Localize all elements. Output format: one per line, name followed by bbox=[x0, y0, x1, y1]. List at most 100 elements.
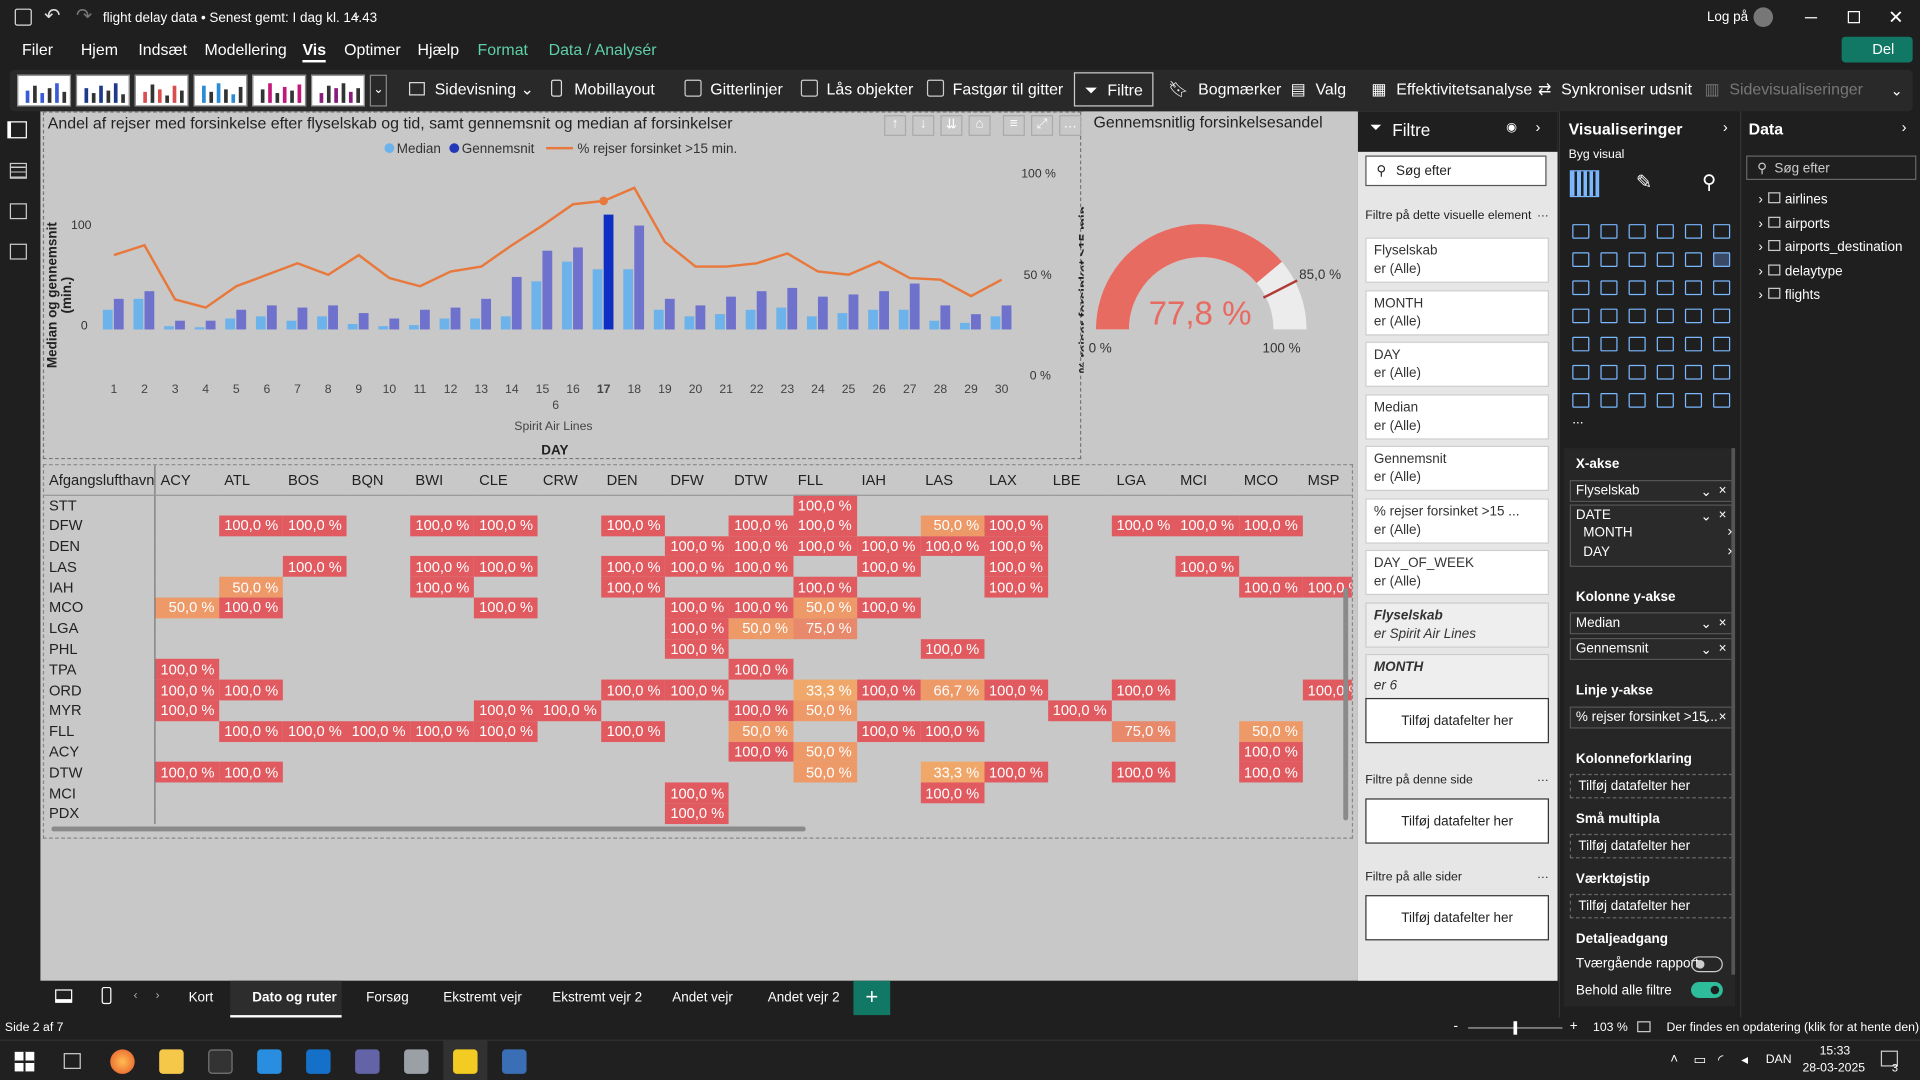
field-menu-icon[interactable]: ⌄ bbox=[1701, 484, 1712, 500]
remove-field-icon[interactable]: × bbox=[1719, 508, 1727, 523]
theme-swatch-1[interactable] bbox=[17, 74, 72, 107]
tooltips-drop-zone[interactable]: Tilføj datafelter her bbox=[1569, 893, 1733, 919]
matrix-cell[interactable] bbox=[920, 598, 984, 619]
matrix-cell[interactable] bbox=[155, 515, 219, 536]
scroll-left-icon[interactable]: ‹ bbox=[133, 989, 137, 1002]
column-header[interactable]: MCO bbox=[1239, 465, 1303, 496]
matrix-cell[interactable] bbox=[347, 659, 411, 680]
bar-median-day-25[interactable] bbox=[837, 313, 848, 330]
visual-type-icon[interactable] bbox=[1684, 280, 1703, 296]
row-header[interactable]: Afgangslufthavn bbox=[44, 465, 156, 496]
matrix-cell[interactable] bbox=[1239, 700, 1303, 721]
bar-median-day-27[interactable] bbox=[898, 309, 909, 330]
matrix-cell[interactable]: 100,0 % bbox=[729, 700, 793, 721]
page-filter-drop-zone[interactable]: Tilføj datafelter her bbox=[1365, 798, 1549, 844]
matrix-cell[interactable] bbox=[1048, 803, 1112, 824]
matrix-cell[interactable] bbox=[155, 721, 219, 742]
matrix-cell[interactable] bbox=[411, 680, 475, 701]
menu-help[interactable]: Hjælp bbox=[418, 40, 460, 58]
matrix-cell[interactable]: 100,0 % bbox=[219, 515, 284, 536]
matrix-cell[interactable] bbox=[219, 659, 283, 680]
matrix-cell[interactable] bbox=[347, 700, 411, 721]
column-header[interactable]: DFW bbox=[665, 465, 730, 496]
column-header[interactable]: MSP bbox=[1302, 465, 1352, 496]
matrix-cell[interactable] bbox=[283, 495, 347, 516]
performance-button[interactable]: ▦ Effektivitetsanalyse bbox=[1371, 80, 1532, 100]
row-label[interactable]: MCI bbox=[44, 782, 156, 804]
matrix-cell[interactable] bbox=[347, 783, 411, 804]
matrix-cell[interactable] bbox=[602, 495, 666, 516]
matrix-cell[interactable] bbox=[1303, 556, 1352, 577]
menu-data-analyze[interactable]: Data / Analysér bbox=[549, 40, 657, 58]
filters-toggle[interactable]: ⏷ Filtre bbox=[1073, 72, 1154, 107]
matrix-cell[interactable]: 33,3 % bbox=[792, 679, 857, 701]
matrix-cell[interactable] bbox=[1048, 659, 1112, 680]
visual-type-icon[interactable] bbox=[1600, 308, 1618, 324]
matrix-cell[interactable]: 100,0 % bbox=[1111, 515, 1176, 536]
gridlines-checkbox[interactable]: Gitterlinjer bbox=[684, 79, 783, 98]
matrix-cell[interactable]: 33,3 % bbox=[920, 762, 985, 783]
matrix-cell[interactable] bbox=[474, 536, 538, 557]
matrix-cell[interactable] bbox=[219, 803, 283, 824]
visual-type-icon[interactable] bbox=[1684, 308, 1703, 324]
more-options-icon[interactable]: … bbox=[1537, 771, 1549, 784]
matrix-cell[interactable] bbox=[155, 742, 219, 763]
window-title[interactable]: flight delay data • Senest gemt: I dag k… bbox=[103, 11, 377, 26]
field-menu-icon[interactable]: ⌄ bbox=[1701, 616, 1712, 632]
matrix-cell[interactable] bbox=[857, 618, 921, 639]
format-visual-icon[interactable]: ✎ bbox=[1636, 170, 1652, 194]
matrix-cell[interactable]: 100,0 % bbox=[410, 720, 475, 742]
matrix-cell[interactable] bbox=[219, 495, 283, 516]
matrix-cell[interactable]: 100,0 % bbox=[920, 638, 985, 660]
matrix-cell[interactable] bbox=[411, 598, 475, 619]
zoom-slider-thumb[interactable] bbox=[1513, 1021, 1518, 1035]
volume-icon[interactable]: ◂ bbox=[1741, 1052, 1748, 1068]
matrix-cell[interactable]: 100,0 % bbox=[154, 679, 220, 701]
remove-field-icon[interactable]: × bbox=[1719, 616, 1727, 631]
row-label[interactable]: STT bbox=[44, 494, 156, 516]
matrix-cell[interactable] bbox=[347, 495, 411, 516]
matrix-cell[interactable] bbox=[665, 659, 729, 680]
matrix-cell[interactable] bbox=[1048, 495, 1112, 516]
matrix-cell[interactable] bbox=[602, 762, 666, 783]
matrix-cell[interactable] bbox=[729, 639, 793, 660]
matrix-cell[interactable] bbox=[602, 783, 666, 804]
visual-type-icon[interactable] bbox=[1628, 364, 1646, 380]
column-header[interactable]: DEN bbox=[601, 465, 666, 496]
mobile-layout-button[interactable]: Mobillayout bbox=[551, 79, 655, 98]
visual-type-icon[interactable] bbox=[1628, 308, 1646, 324]
matrix-cell[interactable]: 100,0 % bbox=[1239, 741, 1303, 763]
bar-mean-day-4[interactable] bbox=[205, 320, 216, 330]
input-language[interactable]: DAN bbox=[1766, 1053, 1792, 1066]
matrix-cell[interactable] bbox=[1112, 700, 1176, 721]
matrix-cell[interactable] bbox=[538, 495, 602, 516]
matrix-cell[interactable] bbox=[1048, 577, 1112, 598]
firefox-icon[interactable] bbox=[110, 1049, 135, 1074]
matrix-cell[interactable] bbox=[1239, 536, 1303, 557]
matrix-cell[interactable] bbox=[602, 742, 666, 763]
matrix-cell[interactable] bbox=[219, 742, 283, 763]
matrix-cell[interactable] bbox=[1175, 495, 1239, 516]
matrix-cell[interactable] bbox=[602, 618, 666, 639]
matrix-cell[interactable] bbox=[665, 515, 729, 536]
matrix-cell[interactable] bbox=[793, 721, 857, 742]
filter-card[interactable]: Flyselskab er Spirit Air Lines bbox=[1365, 601, 1549, 648]
matrix-cell[interactable] bbox=[1048, 618, 1112, 639]
matrix-cell[interactable] bbox=[155, 803, 219, 824]
matrix-cell[interactable] bbox=[219, 618, 283, 639]
bar-median-day-1[interactable] bbox=[102, 309, 113, 330]
bar-median-day-21[interactable] bbox=[715, 314, 725, 330]
matrix-cell[interactable] bbox=[665, 721, 729, 742]
table-airlines[interactable]: › airlines bbox=[1758, 192, 1828, 207]
matrix-cell[interactable] bbox=[219, 700, 283, 721]
matrix-cell[interactable] bbox=[857, 639, 921, 660]
matrix-cell[interactable] bbox=[538, 515, 602, 536]
visual-type-icon[interactable] bbox=[1713, 336, 1731, 352]
matrix-cell[interactable]: 100,0 % bbox=[219, 720, 284, 742]
model-view-icon[interactable] bbox=[9, 203, 27, 220]
column-header[interactable]: LAS bbox=[920, 465, 985, 496]
bar-mean-day-6[interactable] bbox=[266, 305, 277, 330]
matrix-cell[interactable]: 100,0 % bbox=[1239, 576, 1303, 598]
menu-view[interactable]: Vis bbox=[302, 40, 327, 63]
matrix-cell[interactable]: 100,0 % bbox=[154, 762, 220, 783]
